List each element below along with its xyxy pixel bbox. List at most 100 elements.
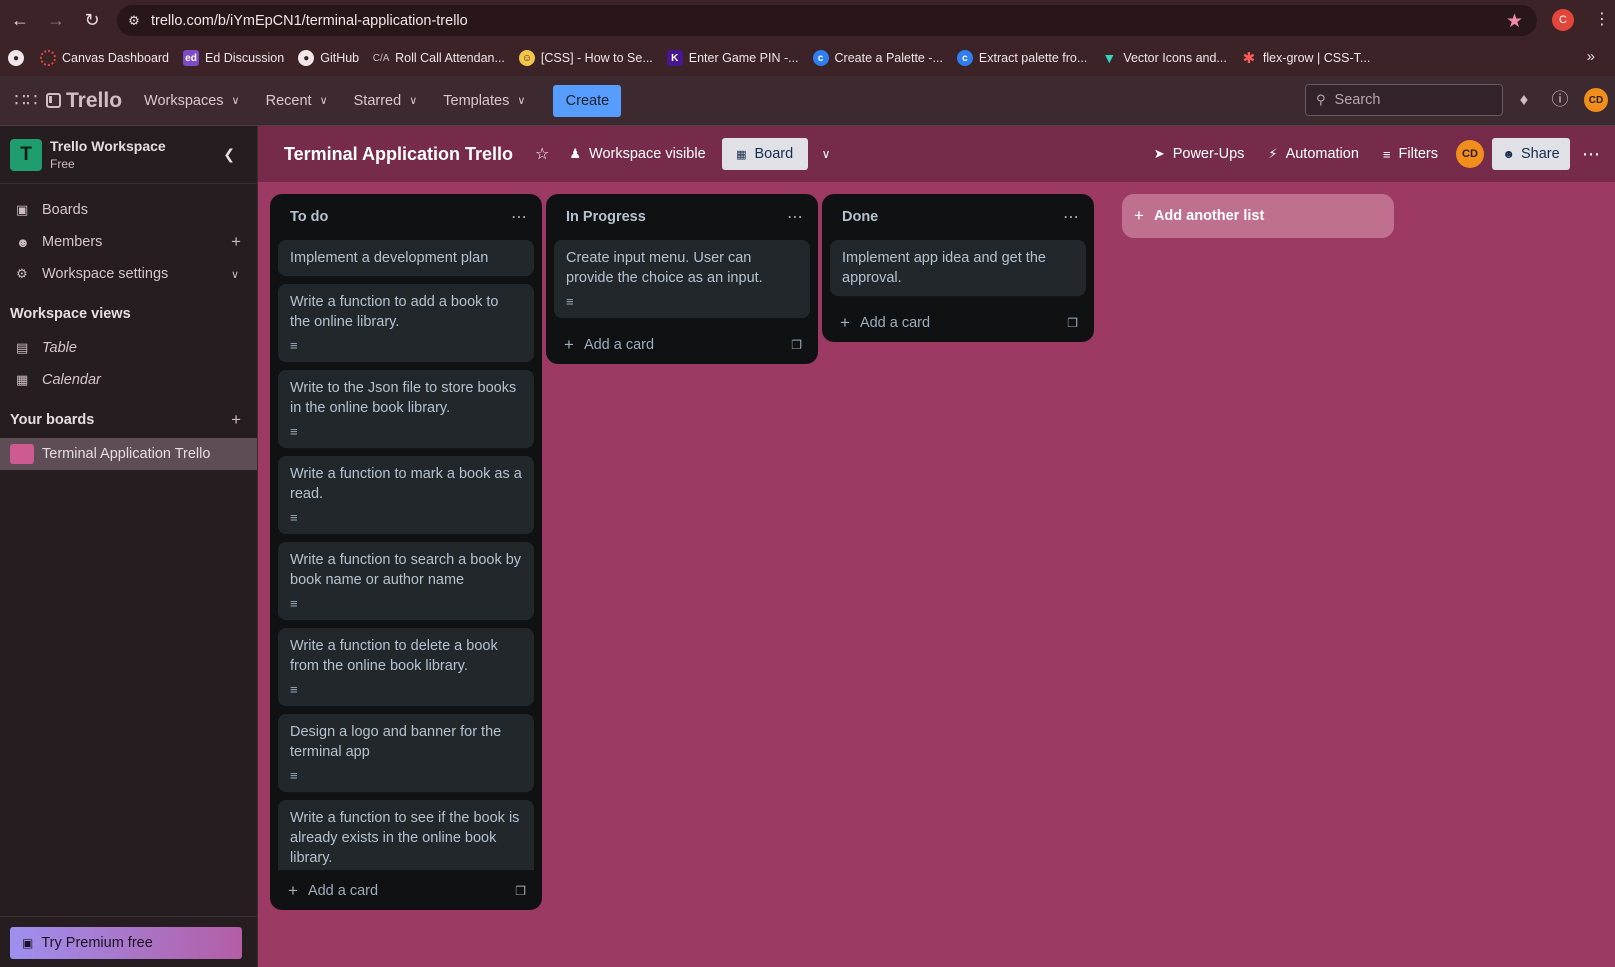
person-icon: ☻ — [16, 234, 30, 250]
add-member-icon[interactable]: + — [231, 232, 241, 252]
address-bar[interactable]: ⚙ trello.com/b/iYmEpCN1/terminal-applica… — [117, 5, 1537, 36]
list-menu-icon[interactable]: ⋯ — [1063, 207, 1080, 227]
site-settings-icon[interactable]: ⚙ — [117, 13, 151, 29]
list-header[interactable]: To do ⋯ — [278, 194, 534, 240]
bookmark-rollcall[interactable]: C/A Roll Call Attendan... — [373, 40, 505, 76]
bookmark-github-root[interactable]: ● — [8, 40, 30, 76]
card[interactable]: Write a function to search a book by boo… — [278, 542, 534, 620]
workspace-views-heading: Workspace views — [10, 306, 131, 322]
create-button[interactable]: Create — [553, 84, 622, 117]
rocket-icon: ➤ — [1153, 146, 1165, 161]
sidebar-item-boards[interactable]: ▣ Boards — [0, 194, 257, 226]
filter-icon: ≡ — [1382, 146, 1391, 162]
add-card-button[interactable]: + Add a card ❐ — [554, 326, 810, 364]
bookmark-star-icon[interactable]: ★ — [1506, 10, 1523, 33]
browser-menu-icon[interactable]: ⋮ — [1594, 9, 1610, 31]
help-icon[interactable]: ⓘ — [1548, 88, 1572, 112]
board-canvas: Terminal Application Trello ☆ ♟ Workspac… — [258, 126, 1615, 967]
automation-button[interactable]: ⚡ Automation — [1268, 146, 1359, 162]
board-title[interactable]: Terminal Application Trello — [284, 144, 513, 165]
sidebar-item-workspace-settings[interactable]: ⚙ Workspace settings ∨ — [0, 258, 257, 290]
menu-recent[interactable]: Recent ∨ — [266, 93, 328, 109]
visibility-button[interactable]: ♟ Workspace visible — [569, 146, 705, 162]
card-template-icon[interactable]: ❐ — [791, 338, 802, 352]
card-title: Implement app idea and get the approval. — [842, 250, 1046, 286]
trello-logo[interactable]: Trello — [46, 89, 122, 113]
list-done: Done ⋯ Implement app idea and get the ap… — [822, 194, 1094, 342]
chevron-down-icon: ∨ — [319, 95, 328, 107]
list-menu-icon[interactable]: ⋯ — [787, 207, 804, 227]
menu-starred[interactable]: Starred ∨ — [354, 93, 418, 109]
menu-workspaces[interactable]: Workspaces ∨ — [144, 93, 240, 109]
share-button[interactable]: ☻ Share — [1492, 138, 1570, 170]
rollcall-icon: C/A — [372, 52, 390, 64]
search-input[interactable]: ⚲ Search — [1305, 84, 1503, 116]
bookmark-ed[interactable]: ed Ed Discussion — [183, 40, 284, 76]
filters-button[interactable]: ≡ Filters — [1383, 146, 1438, 162]
bookmark-kahoot[interactable]: K Enter Game PIN -... — [666, 40, 799, 76]
card[interactable]: Write a function to add a book to the on… — [278, 284, 534, 362]
list-title[interactable]: Done — [842, 209, 878, 225]
sidebar-item-label: Members — [42, 234, 103, 250]
sidebar-item-calendar[interactable]: ▦ Calendar — [0, 364, 257, 396]
chevron-down-icon[interactable]: ∨ — [822, 147, 831, 161]
url-text[interactable]: trello.com/b/iYmEpCN1/terminal-applicati… — [151, 13, 468, 29]
sidebar-item-table[interactable]: ▤ Table — [0, 332, 257, 364]
add-card-button[interactable]: + Add a card ❐ — [830, 304, 1086, 342]
list-title[interactable]: To do — [290, 209, 328, 225]
sidebar-item-members[interactable]: ☻ Members + — [0, 226, 257, 258]
forward-icon[interactable]: → — [38, 0, 74, 40]
try-premium-button[interactable]: ▣ Try Premium free — [10, 927, 242, 959]
menu-templates[interactable]: Templates ∨ — [443, 93, 525, 109]
bookmark-css[interactable]: ☺ [CSS] - How to Se... — [518, 40, 653, 76]
star-board-icon[interactable]: ☆ — [535, 144, 549, 164]
card-template-icon[interactable]: ❐ — [1067, 316, 1078, 330]
card[interactable]: Implement app idea and get the approval. — [830, 240, 1086, 296]
board-view-button[interactable]: ▦ Board — [721, 138, 808, 170]
plus-icon: + — [840, 313, 850, 332]
add-card-button[interactable]: + Add a card ❐ — [278, 872, 534, 910]
canvas-icon — [40, 50, 56, 66]
bookmark-canvas[interactable]: Canvas Dashboard — [40, 40, 169, 76]
chevron-down-icon: ∨ — [409, 95, 418, 107]
bookmark-vector[interactable]: ▼ Vector Icons and... — [1101, 40, 1226, 76]
add-board-icon[interactable]: + — [231, 410, 241, 430]
card[interactable]: Create input menu. User can provide the … — [554, 240, 810, 318]
bookmark-csstricks[interactable]: ✱ flex-grow | CSS-T... — [1241, 40, 1371, 76]
more-options-icon[interactable]: ⋯ — [1582, 144, 1601, 165]
notifications-icon[interactable]: ♦ — [1512, 88, 1536, 112]
bookmark-palette-create[interactable]: c Create a Palette -... — [812, 40, 943, 76]
list-menu-icon[interactable]: ⋯ — [511, 207, 528, 227]
card-template-icon[interactable]: ❐ — [515, 884, 526, 898]
card[interactable]: Design a logo and banner for the termina… — [278, 714, 534, 792]
browser-profile-avatar[interactable]: C — [1552, 9, 1574, 31]
chevron-down-icon[interactable]: ∨ — [231, 268, 239, 281]
list-header[interactable]: In Progress ⋯ — [554, 194, 810, 240]
bookmarks-bar: ● Canvas Dashboard ed Ed Discussion ● Gi… — [0, 40, 1615, 76]
account-avatar[interactable]: CD — [1584, 88, 1608, 112]
card[interactable]: Write a function to mark a book as a rea… — [278, 456, 534, 534]
card[interactable]: Write a function to see if the book is a… — [278, 800, 534, 870]
back-icon[interactable]: ← — [2, 0, 38, 40]
card[interactable]: Write to the Json file to store books in… — [278, 370, 534, 448]
bookmark-github[interactable]: ● GitHub — [298, 40, 359, 76]
power-ups-button[interactable]: ➤ Power-Ups — [1154, 146, 1245, 162]
description-icon: ≡ — [566, 294, 574, 309]
app-switcher-icon[interactable]: ∷∷ — [6, 90, 46, 111]
collapse-sidebar-icon[interactable]: ❮ — [223, 146, 235, 163]
more-bookmarks-icon[interactable]: » — [1587, 48, 1595, 65]
sidebar-board-terminal-application[interactable]: Terminal Application Trello — [0, 438, 257, 470]
workspace-name[interactable]: Trello Workspace — [50, 138, 166, 154]
list-header[interactable]: Done ⋯ — [830, 194, 1086, 240]
kahoot-icon: K — [666, 50, 683, 66]
board-member-avatar[interactable]: CD — [1456, 140, 1484, 168]
reload-icon[interactable]: ↻ — [74, 0, 110, 40]
bookmark-palette-extract[interactable]: c Extract palette fro... — [956, 40, 1087, 76]
list-title[interactable]: In Progress — [566, 209, 646, 225]
workspace-logo[interactable]: T — [10, 138, 42, 171]
add-list-button[interactable]: + Add another list — [1122, 194, 1394, 238]
card-title: Write a function to mark a book as a rea… — [290, 466, 522, 502]
card[interactable]: Write a function to delete a book from t… — [278, 628, 534, 706]
card[interactable]: Implement a development plan — [278, 240, 534, 276]
board-header: Terminal Application Trello ☆ ♟ Workspac… — [258, 126, 1615, 182]
